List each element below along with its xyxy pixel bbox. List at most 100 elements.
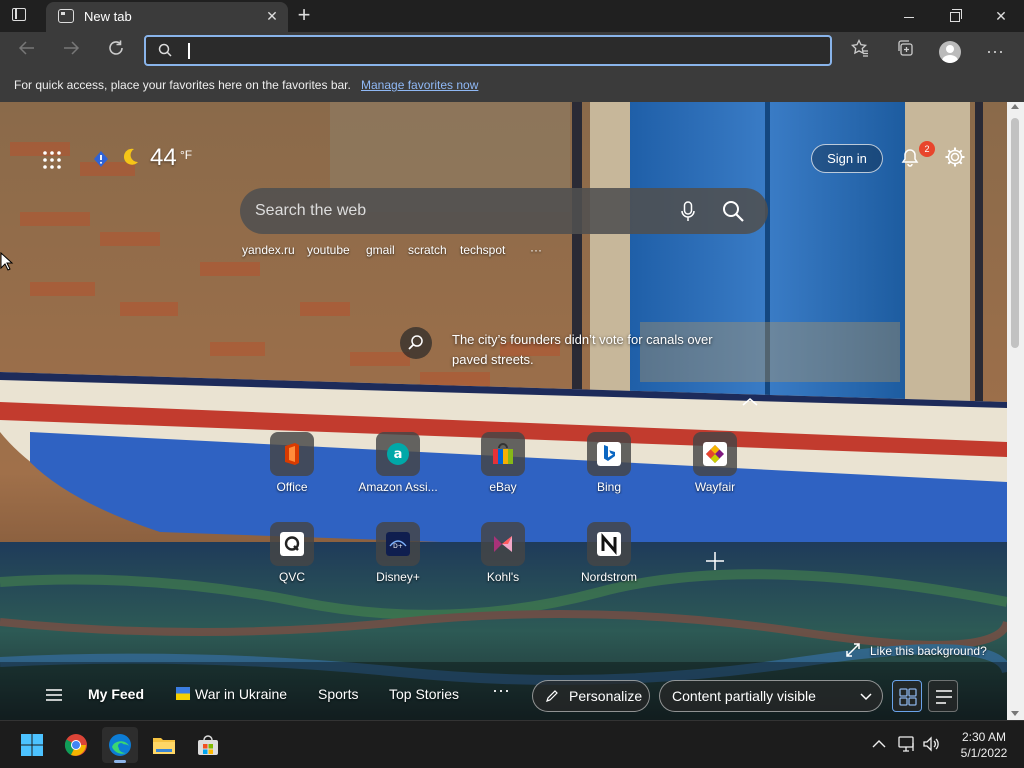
forward-button[interactable] <box>56 36 86 66</box>
system-clock[interactable]: 2:30 AM 5/1/2022 <box>952 729 1016 761</box>
minimize-button[interactable] <box>886 0 932 32</box>
avatar <box>939 41 961 64</box>
show-hidden-icons-chevron-icon[interactable] <box>872 739 886 749</box>
quick-link-scratch[interactable]: scratch <box>408 243 447 257</box>
content-visibility-dropdown[interactable]: Content partially visible <box>659 680 883 712</box>
tile-label: Bing <box>596 480 622 494</box>
network-icon[interactable] <box>898 735 916 753</box>
weather-temperature[interactable]: 44 <box>150 144 177 172</box>
refresh-button[interactable] <box>101 36 131 66</box>
edge-icon <box>109 734 131 756</box>
tile-amazon-assistant[interactable]: a Amazon Assi... <box>350 432 446 494</box>
svg-text:D+: D+ <box>393 543 403 550</box>
address-input[interactable] <box>184 41 804 61</box>
close-tab-icon[interactable]: ✕ <box>264 8 280 24</box>
new-tab-button[interactable]: + <box>292 4 316 28</box>
profile-button[interactable] <box>935 36 965 66</box>
list-layout-button[interactable] <box>928 680 958 712</box>
nordstrom-icon <box>587 522 631 566</box>
close-window-button[interactable]: ✕ <box>978 0 1024 32</box>
app-launcher-icon[interactable] <box>42 150 62 170</box>
tab-new-tab[interactable]: New tab ✕ <box>46 2 288 32</box>
notification-badge: 2 <box>919 141 935 157</box>
image-info-button[interactable] <box>400 327 432 359</box>
search-submit-icon[interactable] <box>722 200 744 222</box>
back-button[interactable] <box>12 36 42 66</box>
quick-link-gmail[interactable]: gmail <box>366 243 395 257</box>
text-caret <box>188 43 190 59</box>
wayfair-icon <box>693 432 737 476</box>
clock-date: 5/1/2022 <box>960 746 1008 760</box>
address-bar[interactable] <box>144 35 832 66</box>
page-settings-gear-icon[interactable] <box>944 146 966 168</box>
volume-icon[interactable] <box>922 735 940 753</box>
feed-tab-war-in-ukraine[interactable]: War in Ukraine <box>176 686 287 702</box>
tile-qvc[interactable]: QVC <box>244 522 340 584</box>
weather-unit[interactable]: °F <box>180 148 192 162</box>
settings-more-button[interactable]: ··· <box>980 36 1010 66</box>
scroll-up-arrow-icon[interactable] <box>1011 104 1019 109</box>
quick-link-techspot[interactable]: techspot <box>460 243 505 257</box>
collections-icon <box>898 40 913 56</box>
feed-tab-my-feed[interactable]: My Feed <box>88 686 144 702</box>
tab-actions-icon[interactable] <box>12 8 28 24</box>
quick-link-youtube[interactable]: youtube <box>307 243 350 257</box>
collections-button[interactable] <box>890 36 920 66</box>
content-visibility-label: Content partially visible <box>672 688 816 704</box>
favorites-button[interactable] <box>845 36 875 66</box>
weather-alert-icon[interactable] <box>92 150 110 168</box>
chevron-up-icon[interactable] <box>741 396 759 408</box>
windows-taskbar: 2:30 AM 5/1/2022 <box>0 720 1024 768</box>
manage-favorites-link[interactable]: Manage favorites now <box>361 78 478 92</box>
hamburger-menu-icon[interactable] <box>46 688 62 702</box>
voice-search-mic-icon[interactable] <box>680 201 696 223</box>
background-fact[interactable]: The city’s founders didn’t vote for cana… <box>452 330 722 370</box>
tile-label: Amazon Assi... <box>358 480 438 494</box>
favorites-bar-message: For quick access, place your favorites h… <box>14 78 351 92</box>
personalize-button[interactable]: Personalize <box>532 680 650 712</box>
kohls-icon <box>481 522 525 566</box>
active-app-indicator <box>114 760 126 763</box>
file-explorer-icon <box>153 738 175 754</box>
restore-icon <box>950 9 962 23</box>
personalize-label: Personalize <box>569 688 643 704</box>
restore-button[interactable] <box>932 0 978 32</box>
search-placeholder: Search the web <box>255 202 367 219</box>
tile-label: QVC <box>278 570 305 584</box>
quick-link-yandex[interactable]: yandex.ru <box>242 243 295 257</box>
scrollbar-thumb[interactable] <box>1011 118 1019 348</box>
scroll-down-arrow-icon[interactable] <box>1011 711 1019 716</box>
taskbar-chrome[interactable] <box>58 727 94 763</box>
svg-text:a: a <box>394 447 403 462</box>
web-search-box[interactable]: Search the web <box>240 188 768 234</box>
feed-more-button[interactable]: ··· <box>492 680 510 701</box>
feed-tab-top-stories[interactable]: Top Stories <box>389 686 459 702</box>
page-scrollbar[interactable] <box>1007 102 1024 720</box>
tile-office[interactable]: Office <box>244 432 340 494</box>
sign-in-button[interactable]: Sign in <box>811 144 883 173</box>
feed-tab-label: War in Ukraine <box>195 686 288 702</box>
pencil-icon <box>546 690 558 702</box>
taskbar-file-explorer[interactable] <box>146 727 182 763</box>
feed-tab-sports[interactable]: Sports <box>318 686 358 702</box>
tile-ebay[interactable]: eBay <box>455 432 551 494</box>
tile-bing[interactable]: Bing <box>561 432 657 494</box>
chevron-down-icon <box>860 693 872 701</box>
add-site-plus-icon[interactable] <box>704 550 726 572</box>
tile-disney-plus[interactable]: D+ Disney+ <box>350 522 446 584</box>
grid-layout-button[interactable] <box>892 680 922 712</box>
moon-weather-icon[interactable] <box>118 146 140 168</box>
search-icon <box>158 43 172 57</box>
feed-navigation-bar: My Feed War in Ukraine Sports Top Storie… <box>0 674 1007 720</box>
tile-nordstrom[interactable]: Nordstrom <box>561 522 657 584</box>
notifications-bell-icon[interactable] <box>900 148 920 168</box>
tile-wayfair[interactable]: Wayfair <box>667 432 763 494</box>
tile-kohls[interactable]: Kohl's <box>455 522 551 584</box>
disney-plus-icon: D+ <box>376 522 420 566</box>
start-button[interactable] <box>14 727 50 763</box>
store-icon <box>198 735 218 755</box>
taskbar-microsoft-store[interactable] <box>190 727 226 763</box>
new-tab-page: 44 °F Sign in 2 Search the web yandex.ru… <box>0 102 1007 720</box>
quick-links-more[interactable]: ··· <box>530 243 542 257</box>
taskbar-edge[interactable] <box>102 727 138 763</box>
